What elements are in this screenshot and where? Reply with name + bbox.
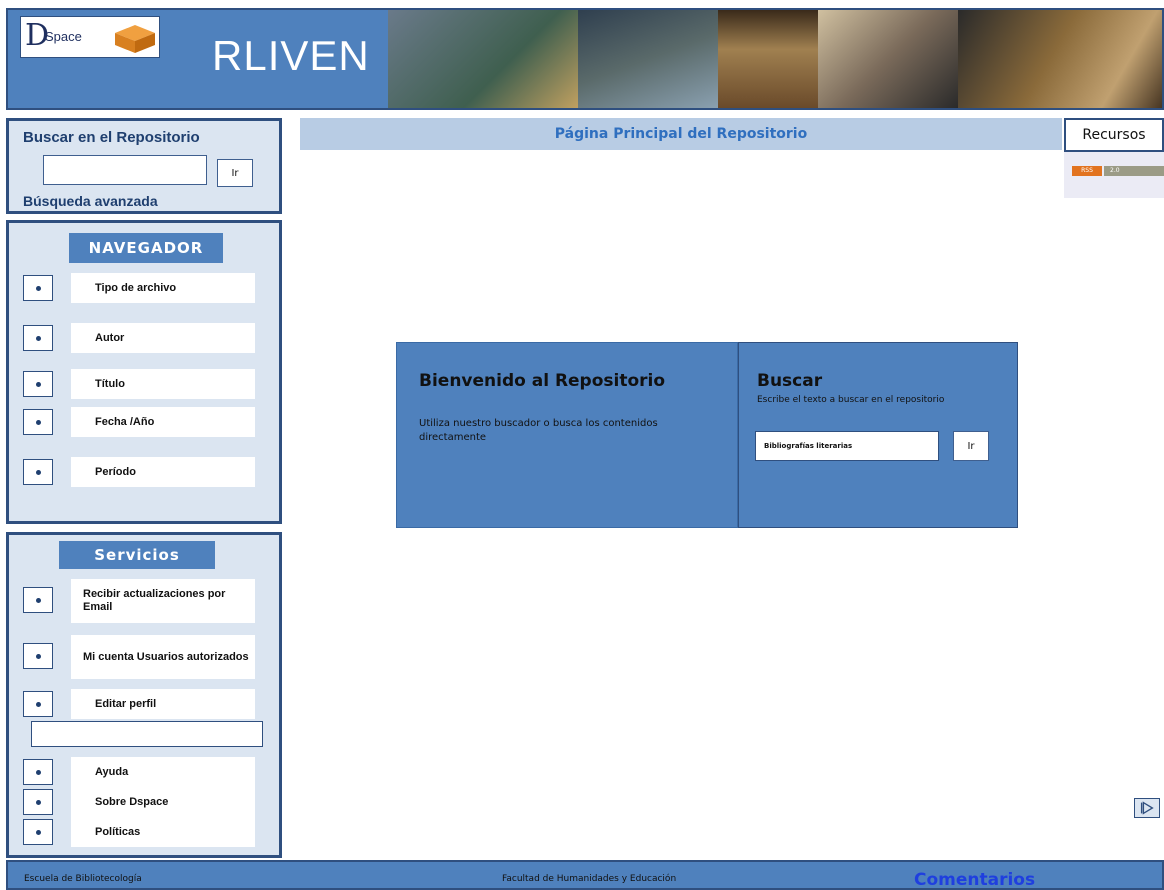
site-footer: Escuela de Bibliotecología Facultad de H…: [6, 860, 1164, 890]
service-item-policies[interactable]: Políticas: [19, 817, 259, 847]
search-input[interactable]: [43, 155, 207, 185]
quick-search-input[interactable]: [755, 431, 939, 461]
banner-image: [388, 10, 578, 108]
service-item-label: Mi cuenta Usuarios autorizados: [71, 635, 255, 679]
page-root: D Space RLIVEN Buscar en el Repositorio …: [0, 0, 1164, 890]
logo-text: Space: [45, 29, 82, 44]
next-arrow-icon[interactable]: [1134, 798, 1160, 818]
bullet-icon: [23, 587, 53, 613]
page-title: Página Principal del Repositorio: [300, 118, 1062, 150]
bullet-icon: [23, 409, 53, 435]
search-panel: Buscar en el Repositorio Ir Búsqueda ava…: [6, 118, 282, 214]
comments-link[interactable]: Comentarios: [914, 870, 1035, 890]
footer-school: Escuela de Bibliotecología: [24, 874, 142, 884]
service-item-label: Editar perfil: [71, 689, 255, 719]
welcome-block: Bienvenido al Repositorio Utiliza nuestr…: [396, 342, 738, 528]
banner-image: [718, 10, 818, 108]
banner-image: [958, 10, 1162, 108]
search-panel-title: Buscar en el Repositorio: [23, 129, 200, 146]
welcome-title: Bienvenido al Repositorio: [419, 371, 666, 391]
nav-item-title[interactable]: Título: [19, 369, 259, 399]
service-item-label: Recibir actualizaciones por Email: [71, 579, 255, 623]
bullet-icon: [23, 371, 53, 397]
welcome-text: Utiliza nuestro buscador o busca los con…: [419, 418, 658, 443]
box-icon: [115, 25, 155, 53]
service-item-label: Ayuda: [71, 757, 255, 787]
service-item-email-updates[interactable]: Recibir actualizaciones por Email: [19, 579, 259, 623]
bullet-icon: [23, 459, 53, 485]
quick-search-title: Buscar: [757, 371, 823, 391]
navigator-panel: NAVEGADOR Tipo de archivo Autor Título F…: [6, 220, 282, 524]
banner-image-strip: [388, 10, 1162, 108]
nav-item-date[interactable]: Fecha /Año: [19, 407, 259, 437]
banner-image: [818, 10, 958, 108]
banner-image: [578, 10, 718, 108]
navigator-title: NAVEGADOR: [69, 233, 223, 263]
resources-header: Recursos: [1064, 118, 1164, 152]
service-item-label: Sobre Dspace: [71, 787, 255, 817]
nav-item-label: Título: [71, 369, 255, 399]
dspace-logo[interactable]: D Space: [20, 16, 160, 58]
service-item-help[interactable]: Ayuda: [19, 757, 259, 787]
bullet-icon: [23, 325, 53, 351]
bullet-icon: [23, 789, 53, 815]
search-go-button[interactable]: Ir: [217, 159, 253, 187]
site-title: RLIVEN: [212, 32, 370, 79]
services-panel: Servicios Recibir actualizaciones por Em…: [6, 532, 282, 858]
nav-item-period[interactable]: Período: [19, 457, 259, 487]
service-item-label: Políticas: [71, 817, 255, 847]
bullet-icon: [23, 759, 53, 785]
quick-search-go-button[interactable]: Ir: [953, 431, 989, 461]
services-title: Servicios: [59, 541, 215, 569]
empty-field[interactable]: [31, 721, 263, 747]
rss-icon[interactable]: RSS: [1072, 166, 1102, 176]
nav-item-label: Fecha /Año: [71, 407, 255, 437]
service-item-edit-profile[interactable]: Editar perfil: [19, 689, 259, 719]
nav-item-label: Período: [71, 457, 255, 487]
bullet-icon: [23, 643, 53, 669]
advanced-search-link[interactable]: Búsqueda avanzada: [23, 193, 158, 209]
bullet-icon: [23, 691, 53, 717]
rss-version-badge[interactable]: 2.0: [1104, 166, 1164, 176]
service-item-about-dspace[interactable]: Sobre Dspace: [19, 787, 259, 817]
quick-search-block: Buscar Escribe el texto a buscar en el r…: [738, 342, 1018, 528]
nav-item-label: Tipo de archivo: [71, 273, 255, 303]
quick-search-instructions: Escribe el texto a buscar en el reposito…: [757, 395, 945, 405]
bullet-icon: [23, 275, 53, 301]
site-header: D Space RLIVEN: [6, 8, 1164, 110]
nav-item-file-type[interactable]: Tipo de archivo: [19, 273, 259, 303]
bullet-icon: [23, 819, 53, 845]
nav-item-label: Autor: [71, 323, 255, 353]
service-item-my-account[interactable]: Mi cuenta Usuarios autorizados: [19, 635, 259, 679]
rss-area: RSS 2.0: [1064, 152, 1164, 198]
footer-faculty: Facultad de Humanidades y Educación: [502, 874, 677, 884]
nav-item-author[interactable]: Autor: [19, 323, 259, 353]
